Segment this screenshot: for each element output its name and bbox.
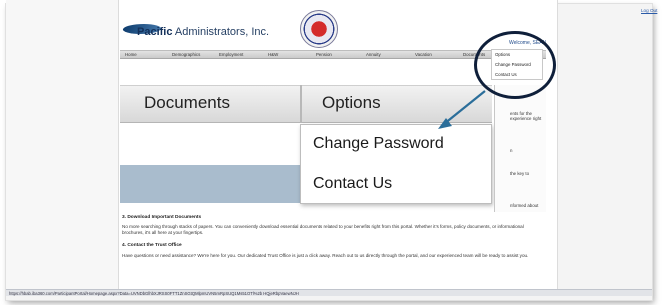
status-url: https://hbab.iba360.com/ParticipantPorta… bbox=[9, 291, 299, 296]
screenshot-stage: Log Out Pacific Administrators, Inc. Hom… bbox=[0, 0, 662, 305]
section3-heading: 3. Download Important Documents bbox=[122, 215, 202, 220]
browser-status-bar: https://hbab.iba360.com/ParticipantPorta… bbox=[6, 289, 652, 296]
section3-body: No more searching through stacks of pape… bbox=[122, 224, 524, 235]
callout-arrow-icon bbox=[438, 90, 486, 129]
section4-heading: 4. Contact the Trust Office bbox=[122, 243, 182, 248]
section4-body: Have questions or need assistance? We're… bbox=[122, 253, 529, 258]
